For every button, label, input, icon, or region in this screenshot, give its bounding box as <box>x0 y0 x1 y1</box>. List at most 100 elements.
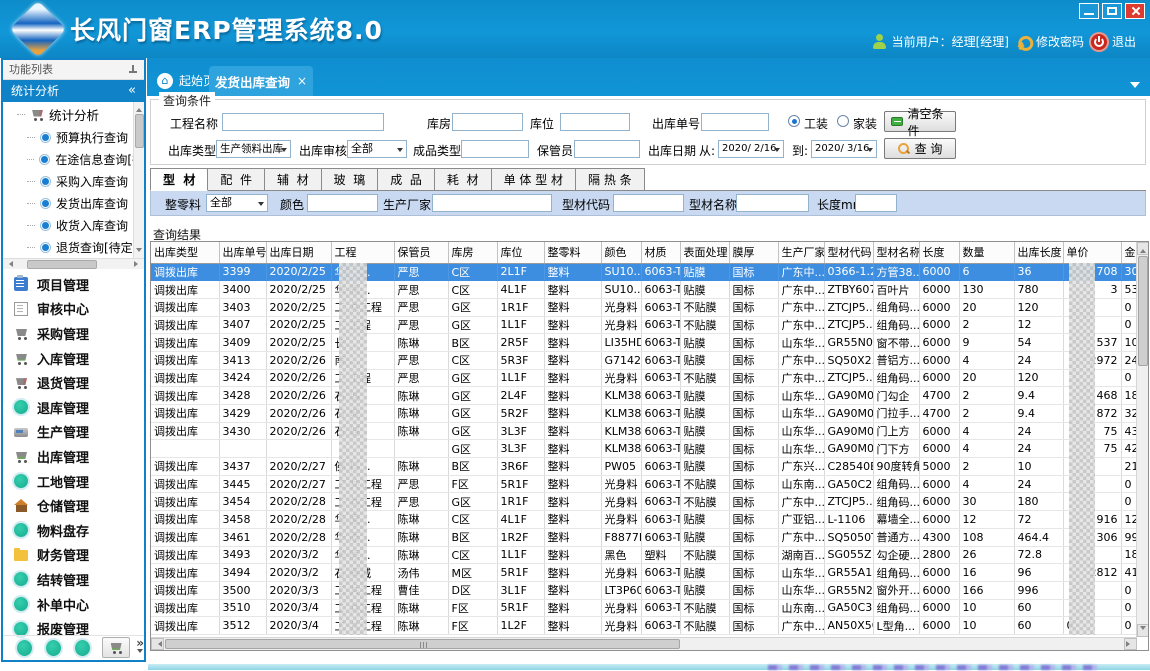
scrollbar-thumb[interactable] <box>1138 256 1148 366</box>
clear-conditions-button[interactable]: 清空条件 <box>884 111 956 132</box>
sidebar-menu-item[interactable]: 退货管理 <box>3 370 144 395</box>
material-tab[interactable]: 单 体 型 材 <box>492 168 576 191</box>
column-header[interactable]: 型材名称 <box>873 242 919 263</box>
radio-gongzhuang[interactable] <box>788 115 800 127</box>
column-header[interactable]: 颜色 <box>601 242 641 263</box>
radio-jiazhuang-label[interactable]: 家装 <box>853 115 877 132</box>
tree-item[interactable]: 退货查询[待定] <box>3 236 144 258</box>
scroll-up-icon[interactable] <box>1137 242 1149 255</box>
pin-icon[interactable] <box>129 65 137 75</box>
table-row[interactable]: 调拨出库34302020/2/26石 城陈琳G区3L3F整料KLM3817606… <box>151 422 1137 440</box>
table-row[interactable]: 调拨出库34002020/2/25华 原...严思C区4L1F整料SU10...… <box>151 281 1137 299</box>
factory-input[interactable] <box>432 194 552 212</box>
column-header[interactable]: 出库长度 <box>1014 242 1063 263</box>
sidebar-menu-item[interactable]: 审核中心 <box>3 297 144 322</box>
column-header[interactable]: 金 <box>1121 242 1137 263</box>
column-header[interactable]: 数量 <box>959 242 1014 263</box>
sidebar-menu-item[interactable]: 生产管理 <box>3 420 144 445</box>
table-row[interactable]: 调拨出库34292020/2/26石 城陈琳G区5R2F整料KLM3817606… <box>151 405 1137 423</box>
tab-home[interactable]: ⌂ 起始页 <box>157 72 215 89</box>
column-header[interactable]: 型材代码 <box>824 242 873 263</box>
table-row[interactable]: G区3L3F整料KLM38176063-T5贴膜国标山东华...GA90M09.… <box>151 440 1137 458</box>
sidebar-menu-item[interactable]: 出库管理 <box>3 444 144 469</box>
maximize-icon[interactable] <box>1102 3 1122 19</box>
table-row[interactable]: 调拨出库35002020/3/3工 共工程曹佳D区3L1F整料LT3P60606… <box>151 581 1137 599</box>
column-header[interactable]: 长度 <box>919 242 959 263</box>
column-header[interactable]: 整零料 <box>544 242 601 263</box>
sidebar-menu-item[interactable]: 工地管理 <box>3 469 144 494</box>
sidebar-menu-item[interactable]: 仓储管理 <box>3 493 144 518</box>
tree-item[interactable]: 采购入库查询 <box>3 170 144 192</box>
sidebar-menu-item[interactable]: 退库管理 <box>3 395 144 420</box>
change-password-button[interactable]: 修改密码 <box>1016 33 1084 50</box>
sidebar-menu-item[interactable]: 物料盘存 <box>3 518 144 543</box>
column-header[interactable]: 膜厚 <box>729 242 778 263</box>
column-header[interactable]: 生产厂家 <box>778 242 824 263</box>
material-tab[interactable]: 型 材 <box>150 168 208 191</box>
table-row[interactable]: 调拨出库34132020/2/26南 ...严思C区5R3F整料G7142260… <box>151 351 1137 369</box>
sidebar-menu-item[interactable]: 入库管理 <box>3 346 144 371</box>
product-type-input[interactable] <box>461 140 529 158</box>
project-name-input[interactable] <box>222 113 384 131</box>
sidebar-section-header[interactable]: 统计分析 « <box>3 80 144 102</box>
length-input[interactable] <box>855 194 897 212</box>
column-header[interactable]: 出库单号 <box>219 242 266 263</box>
module-dot-icon[interactable] <box>17 640 32 656</box>
date-to-select[interactable]: 2020/ 3/16 <box>811 140 877 158</box>
table-row[interactable]: 调拨出库34542020/2/28工 共工程严思G区1R1F整料光身料6063-… <box>151 493 1137 511</box>
tree-horizontal-scrollbar[interactable] <box>3 258 144 269</box>
sidebar-menu-item[interactable]: 项目管理 <box>3 272 144 297</box>
column-header[interactable]: 库房 <box>448 242 497 263</box>
date-from-select[interactable]: 2020/ 2/16 <box>718 140 784 158</box>
collapse-icon[interactable]: « <box>128 80 136 102</box>
scroll-right-icon[interactable] <box>134 261 141 267</box>
tree-item[interactable]: 在途信息查询[待 <box>3 148 144 170</box>
location-input[interactable] <box>560 113 630 131</box>
column-header[interactable]: 表面处理 <box>680 242 729 263</box>
scroll-left-icon[interactable] <box>6 261 13 267</box>
sidebar-menu-item[interactable]: 补单中心 <box>3 592 144 617</box>
scrollbar-thumb[interactable] <box>135 114 144 148</box>
batch-select[interactable]: 全部 <box>206 194 268 212</box>
sidebar-menu-item[interactable]: 财务管理 <box>3 543 144 568</box>
material-tab[interactable]: 成 品 <box>378 168 435 191</box>
radio-jiazhuang[interactable] <box>837 115 849 127</box>
module-cart-button[interactable] <box>102 637 130 658</box>
table-row[interactable]: 调拨出库34032020/2/25工 共工程严思G区1R1F整料光身料6063-… <box>151 298 1137 316</box>
scroll-down-icon[interactable] <box>1137 624 1149 637</box>
radio-gongzhuang-label[interactable]: 工装 <box>804 115 828 132</box>
close-icon[interactable] <box>1125 3 1145 19</box>
grid-horizontal-scrollbar[interactable] <box>151 637 1137 650</box>
scroll-right-icon[interactable] <box>1124 638 1137 650</box>
sidebar-menu-item[interactable]: 采购管理 <box>3 321 144 346</box>
table-row[interactable]: 调拨出库34372020/2/27佛 料...陈琳B区3R6F整料PW05606… <box>151 458 1137 476</box>
scrollbar-thumb[interactable] <box>27 260 97 269</box>
column-header[interactable]: 出库类型 <box>151 242 219 263</box>
minimize-icon[interactable] <box>1079 3 1099 19</box>
material-tab[interactable]: 隔 热 条 <box>576 168 645 191</box>
tree-item[interactable]: 收货入库查询 <box>3 214 144 236</box>
scroll-left-icon[interactable] <box>151 638 164 650</box>
warehouse-input[interactable] <box>452 113 523 131</box>
column-header[interactable]: 单价 <box>1063 242 1121 263</box>
tree-item[interactable]: 发货出库查询 <box>3 192 144 214</box>
order-no-input[interactable] <box>701 113 769 131</box>
table-row[interactable]: 调拨出库34452020/2/27工 共工程严思F区5R1F整料光身料6063-… <box>151 475 1137 493</box>
profile-code-input[interactable] <box>613 194 684 212</box>
column-header[interactable]: 出库日期 <box>266 242 331 263</box>
column-header[interactable]: 工程 <box>331 242 394 263</box>
scrollbar-thumb[interactable] <box>165 639 680 649</box>
grid-vertical-scrollbar[interactable] <box>1136 242 1148 637</box>
column-header[interactable]: 库位 <box>497 242 544 263</box>
profile-name-input[interactable] <box>736 194 809 212</box>
material-tab[interactable]: 辅 材 <box>265 168 322 191</box>
table-row[interactable]: 调拨出库34612020/2/28华 原...陈琳B区1R2F整料F8877FT… <box>151 528 1137 546</box>
table-row[interactable]: 调拨出库34072020/2/25工 工程严思G区1L1F整料光身料6063-T… <box>151 316 1137 334</box>
module-dot-icon[interactable] <box>46 640 61 656</box>
scroll-up-icon[interactable] <box>136 105 142 112</box>
search-button[interactable]: 查 询 <box>884 138 956 159</box>
table-row[interactable]: 调拨出库34932020/3/2华 原...陈琳C区1L1F整料黑色塑料不贴膜国… <box>151 546 1137 564</box>
tree-vertical-scrollbar[interactable] <box>133 102 144 258</box>
column-header[interactable]: 材质 <box>641 242 680 263</box>
scroll-down-icon[interactable] <box>136 248 142 255</box>
